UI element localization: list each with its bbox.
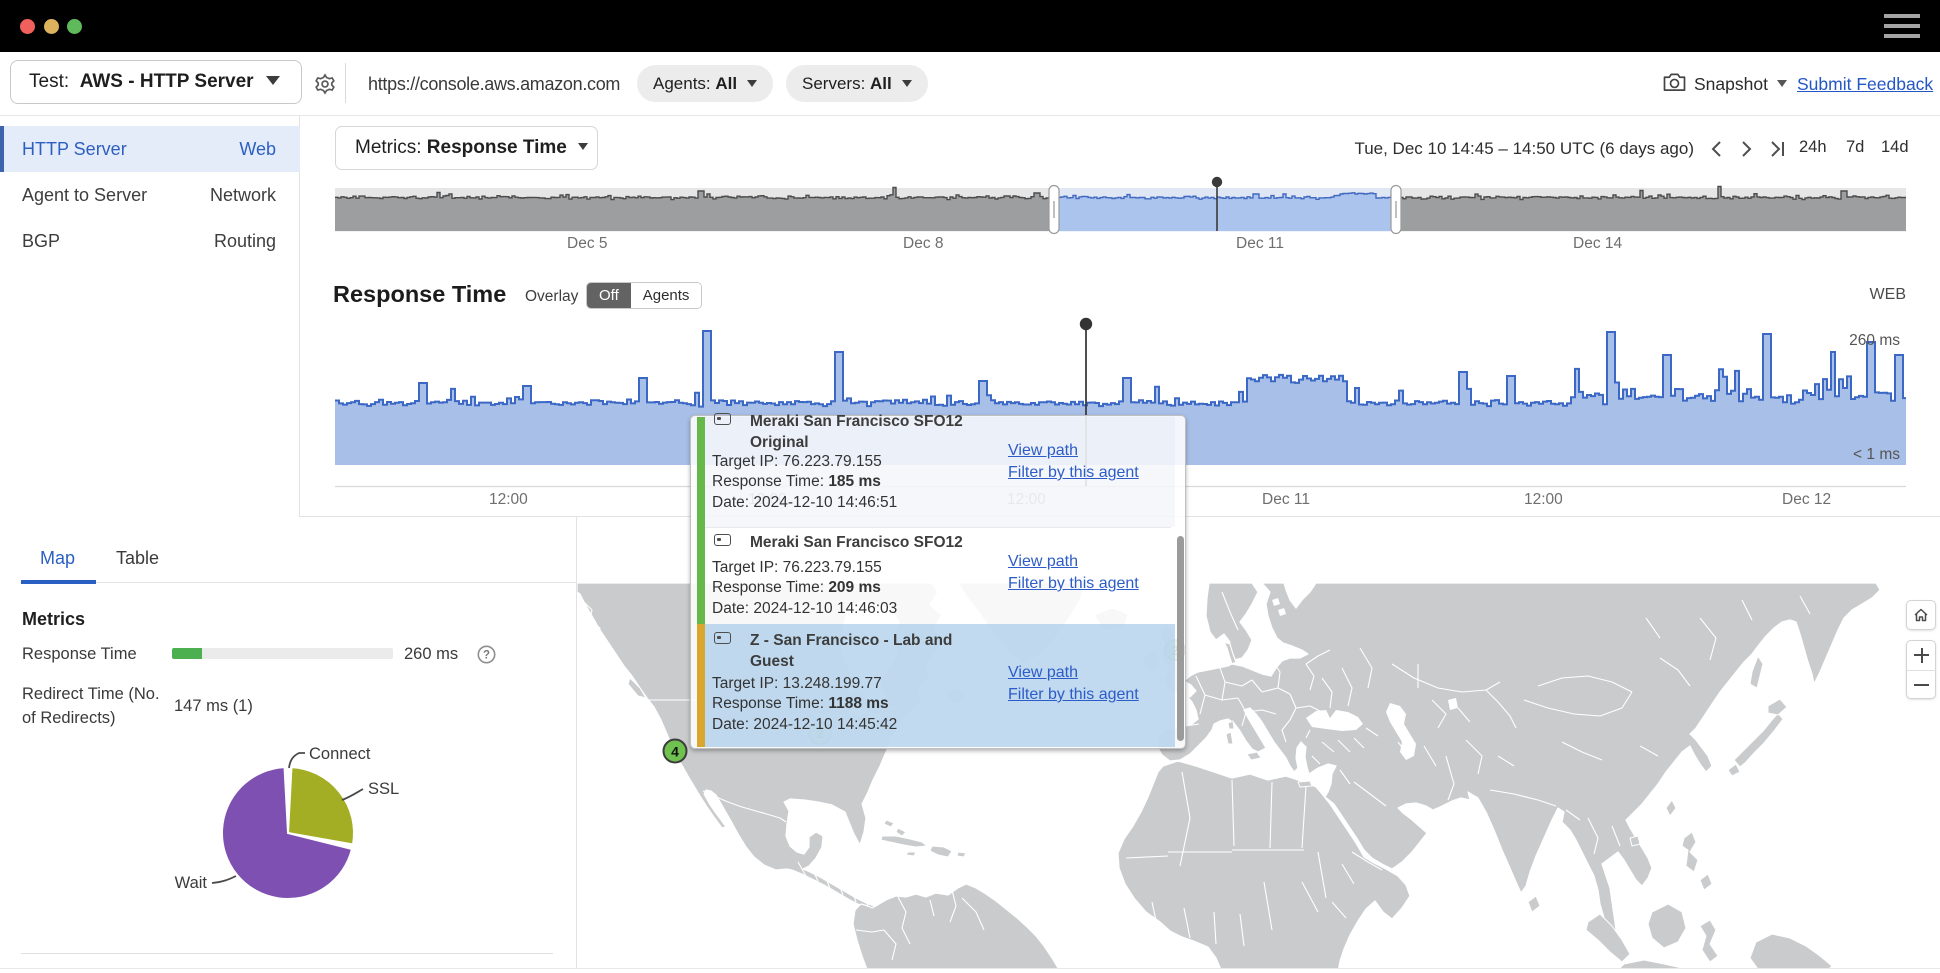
svg-text:?: ? <box>483 650 490 662</box>
svg-text:Connect: Connect <box>309 745 371 763</box>
svg-text:4: 4 <box>671 744 679 760</box>
svg-text:Wait: Wait <box>175 874 208 892</box>
svg-text:SSL: SSL <box>368 780 399 798</box>
